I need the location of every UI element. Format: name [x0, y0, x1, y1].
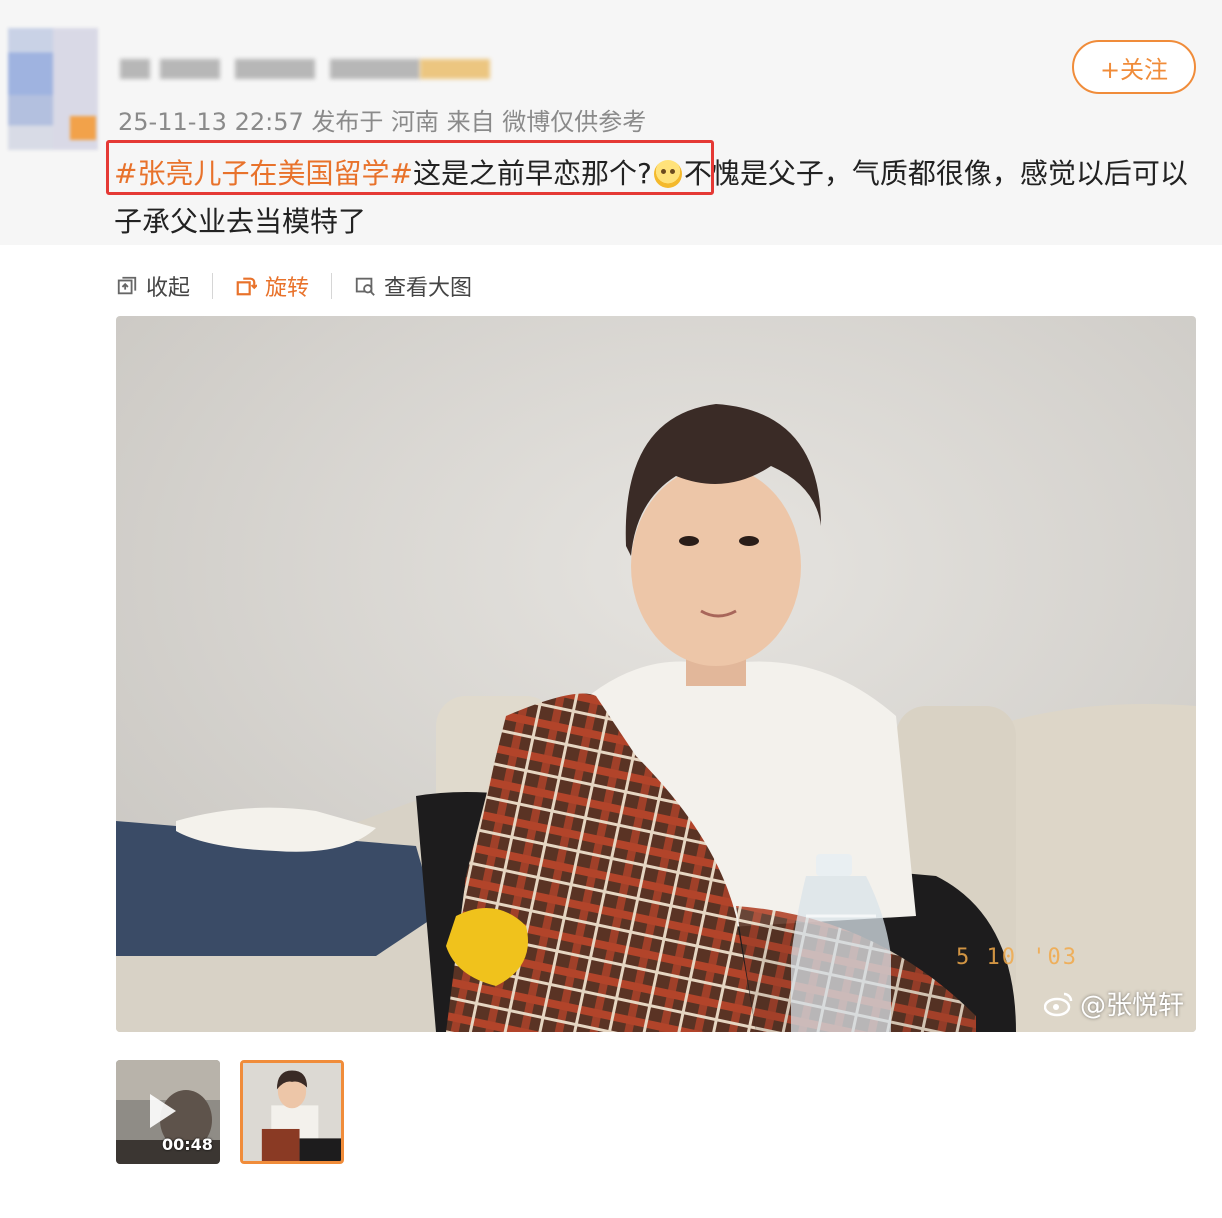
collapse-button[interactable]: 收起 — [116, 270, 190, 302]
collapse-label: 收起 — [146, 276, 191, 301]
highlight-box — [106, 140, 714, 195]
verified-badge — [70, 116, 96, 140]
weibo-logo-icon — [1043, 992, 1073, 1016]
video-duration: 00:48 — [162, 1135, 213, 1154]
follow-button[interactable]: +关注 — [1072, 40, 1196, 94]
rotate-label: 旋转 — [265, 276, 310, 301]
collapse-icon — [117, 276, 137, 295]
username-blurred[interactable] — [120, 45, 490, 85]
view-large-icon — [355, 277, 375, 296]
toolbar-divider — [212, 273, 214, 299]
watermark-text: @张悦轩 — [1079, 991, 1184, 1021]
avatar[interactable] — [8, 28, 98, 150]
video-thumbnail[interactable]: 00:48 — [116, 1060, 220, 1164]
view-large-button[interactable]: 查看大图 — [354, 270, 472, 302]
play-icon — [150, 1094, 176, 1128]
rotate-icon — [236, 277, 258, 296]
photo-thumb-image — [243, 1063, 341, 1161]
date-stamp: 5 10 '03 — [956, 945, 1078, 970]
thumbnail-strip: 00:48 — [116, 1060, 344, 1164]
toolbar-divider — [331, 273, 333, 299]
post-photo[interactable]: 5 10 '03 @张悦轩 — [116, 316, 1196, 1032]
weibo-watermark: @张悦轩 — [1043, 985, 1184, 1022]
photo-illustration — [116, 316, 1196, 1032]
view-large-label: 查看大图 — [384, 276, 473, 301]
post-meta: 25-11-13 22:57 发布于 河南 来自 微博仅供参考 — [118, 108, 647, 136]
post-header: +关注 25-11-13 22:57 发布于 河南 来自 微博仅供参考 #张亮儿… — [0, 0, 1222, 245]
photo-thumbnail-selected[interactable] — [240, 1060, 344, 1164]
rotate-button[interactable]: 旋转 — [235, 270, 309, 302]
image-toolbar: 收起 旋转 查看大图 — [116, 268, 472, 304]
